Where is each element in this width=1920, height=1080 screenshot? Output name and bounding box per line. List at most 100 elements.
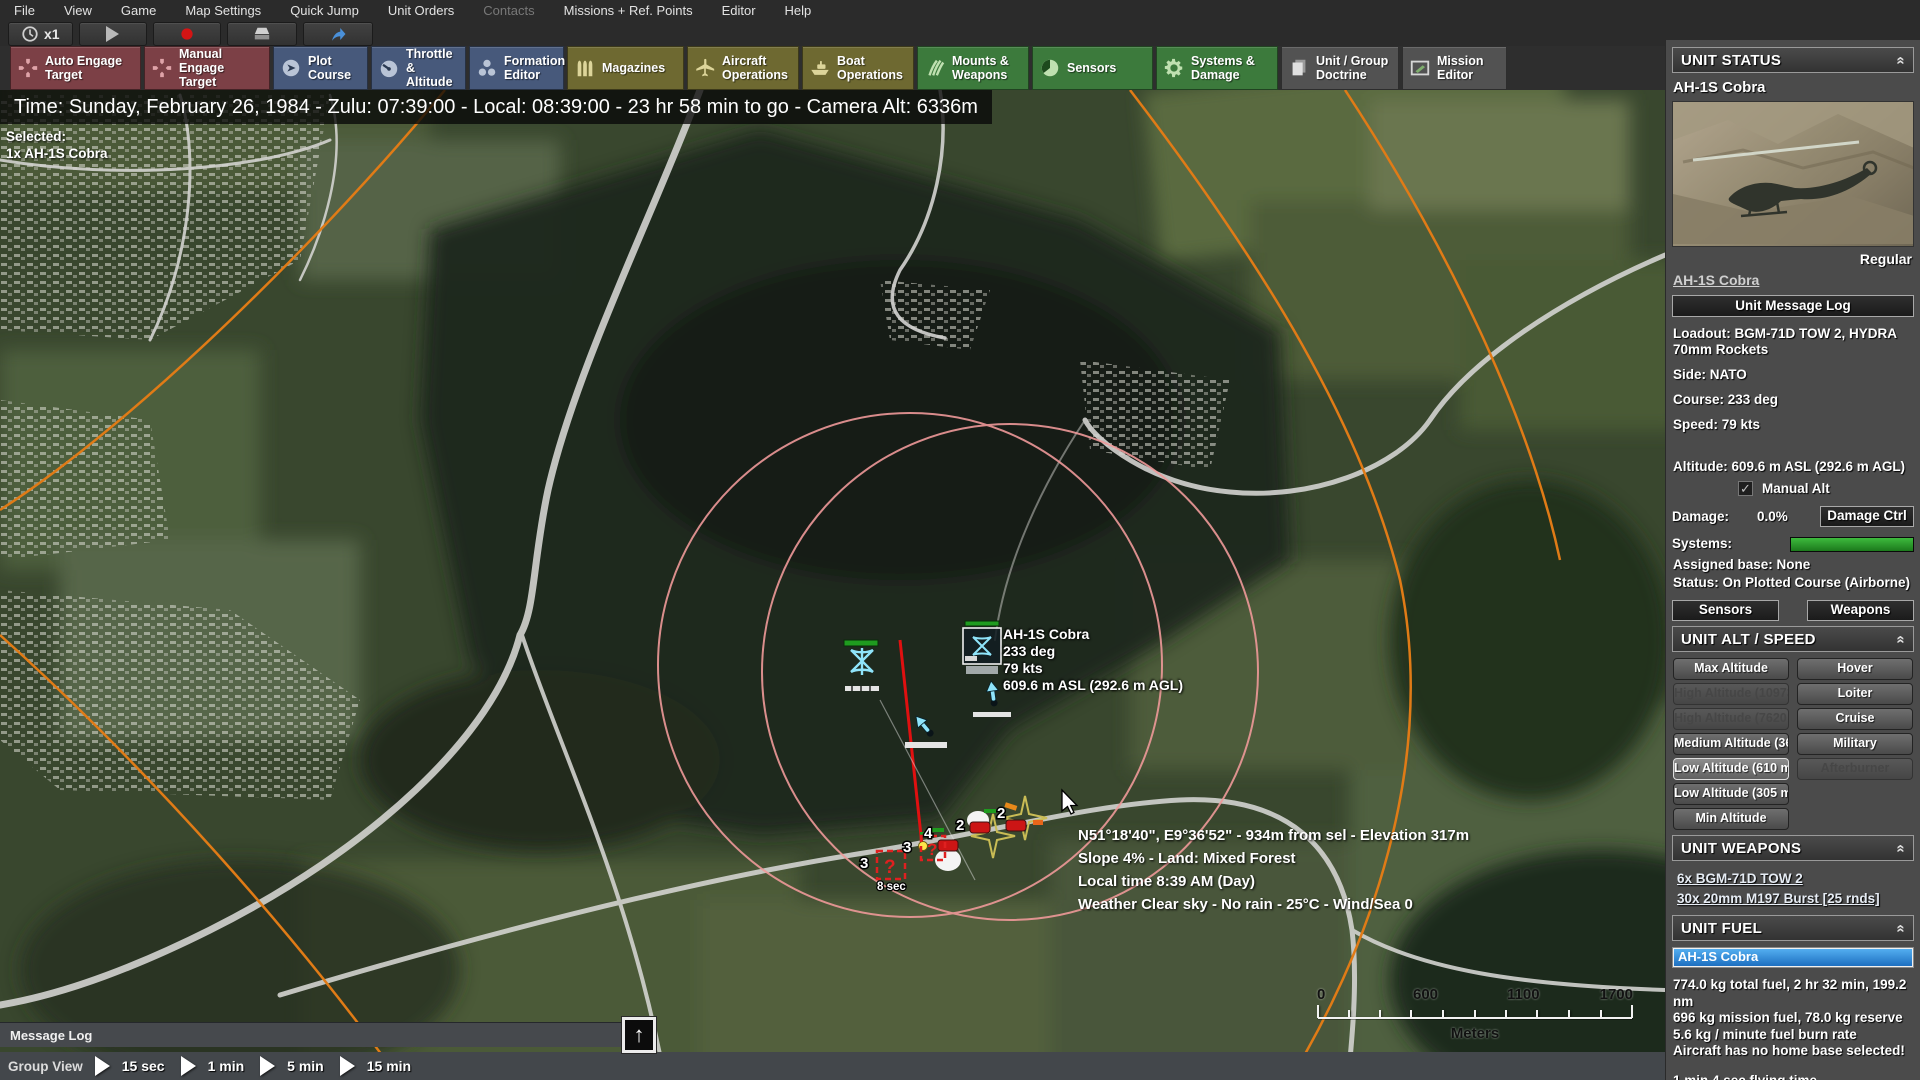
unknown-contact-mark: ? — [884, 857, 896, 878]
menu-help[interactable]: Help — [785, 3, 812, 18]
loiter-button[interactable]: Loiter — [1797, 683, 1913, 705]
jump-arrow-icon — [331, 27, 346, 41]
health-bar — [984, 809, 996, 813]
sim-control-bar: x1 — [0, 21, 1920, 46]
group-view-label[interactable]: Group View — [8, 1059, 83, 1074]
sensors-panel-button[interactable]: Sensors — [1672, 600, 1779, 621]
menu-unit-orders[interactable]: Unit Orders — [388, 3, 454, 18]
collapse-chevron-icon[interactable]: « — [1892, 924, 1909, 932]
unit-altitude: 609.6 m ASL (292.6 m AGL) — [1003, 677, 1183, 693]
menu-map-settings[interactable]: Map Settings — [185, 3, 261, 18]
high-altitude-7620-button: High Altitude (7620 m) — [1673, 708, 1789, 730]
aircraft-operations-button[interactable]: Aircraft Operations — [687, 46, 799, 90]
svg-text:3: 3 — [860, 855, 868, 872]
play-icon — [106, 25, 120, 42]
time-compression-button[interactable]: x1 — [8, 21, 73, 46]
editor-icon — [1410, 60, 1430, 76]
collapse-chevron-icon[interactable]: « — [1892, 56, 1909, 64]
step-5min-button[interactable]: 5 min — [260, 1056, 324, 1076]
record-icon — [180, 27, 193, 40]
proficiency-label: Regular — [1859, 251, 1912, 267]
expand-message-log-button[interactable]: ↑ — [621, 1016, 657, 1054]
throttle-altitude-button[interactable]: Throttle & Altitude — [371, 46, 466, 90]
quick-jump-button[interactable] — [302, 21, 373, 46]
document-icon — [1292, 59, 1306, 76]
unit-name: AH-1S Cobra — [1003, 626, 1090, 642]
low-altitude-610-button[interactable]: Low Altitude (610 m) — [1673, 758, 1789, 780]
unit-course: 233 deg — [1003, 643, 1056, 659]
menu-view[interactable]: View — [64, 3, 92, 18]
auto-engage-target-button[interactable]: Auto Engage Target — [10, 46, 141, 90]
menu-quick-jump[interactable]: Quick Jump — [290, 3, 359, 18]
systems-damage-button[interactable]: Systems & Damage — [1156, 46, 1278, 90]
crosshair-icon — [152, 58, 172, 78]
cruise-button[interactable]: Cruise — [1797, 708, 1913, 730]
unit-message-log-button[interactable]: Unit Message Log — [1672, 295, 1914, 317]
military-button[interactable]: Military — [1797, 733, 1913, 755]
unit-group-doctrine-button[interactable]: Unit / Group Doctrine — [1281, 46, 1399, 90]
unit-map-label: AH-1S Cobra 233 deg 79 kts 609.6 m ASL (… — [1003, 626, 1183, 694]
manual-alt-label: Manual Alt — [1762, 481, 1830, 496]
scale-unit: Meters — [1450, 1025, 1500, 1042]
message-log-bar[interactable]: Message Log — [0, 1022, 633, 1047]
collapse-chevron-icon[interactable]: « — [1892, 635, 1909, 643]
step-15min-button[interactable]: 15 min — [339, 1056, 411, 1076]
step-15sec-button[interactable]: 15 sec — [94, 1056, 165, 1076]
magazines-button[interactable]: Magazines — [567, 46, 684, 90]
manual-alt-checkbox[interactable]: ✓ — [1738, 481, 1753, 496]
mission-editor-button[interactable]: Mission Editor — [1402, 46, 1507, 90]
unit-fuel-header[interactable]: UNIT FUEL « — [1672, 915, 1914, 941]
course-text: Course: 233 deg — [1673, 392, 1779, 407]
min-altitude-button[interactable]: Min Altitude — [1673, 808, 1789, 830]
hover-button[interactable]: Hover — [1797, 658, 1913, 680]
claws-icon — [928, 59, 945, 76]
damage-ctrl-button[interactable]: Damage Ctrl — [1820, 506, 1914, 527]
weapons-panel-button[interactable]: Weapons — [1807, 600, 1914, 621]
medium-altitude-button[interactable]: Medium Altitude (3658 — [1673, 733, 1789, 755]
menu-file[interactable]: File — [14, 3, 35, 18]
time-bar: Time: Sunday, February 26, 1984 - Zulu: … — [0, 90, 992, 124]
formation-editor-button[interactable]: Formation Editor — [469, 46, 565, 90]
collapse-chevron-icon[interactable]: « — [1892, 844, 1909, 852]
selected-unit-icon[interactable] — [962, 620, 1002, 674]
gauge-icon — [380, 60, 398, 78]
max-altitude-button[interactable]: Max Altitude — [1673, 658, 1789, 680]
menu-missions-ref-points[interactable]: Missions + Ref. Points — [564, 3, 693, 18]
manual-alt-control[interactable]: ✓ Manual Alt — [1738, 481, 1914, 496]
tooltip-localtime: Local time 8:39 AM (Day) — [1078, 873, 1255, 890]
afterburner-button: Afterburner — [1797, 758, 1913, 780]
low-altitude-305-button[interactable]: Low Altitude (305 m) — [1673, 783, 1789, 805]
weapon-link-m197[interactable]: 30x 20mm M197 Burst [25 rnds] — [1677, 889, 1914, 909]
manual-engage-target-button[interactable]: Manual Engage Target — [144, 46, 270, 90]
scale-tick-label: 0 — [1317, 986, 1326, 1003]
menu-game[interactable]: Game — [121, 3, 156, 18]
recorder-button[interactable] — [226, 21, 297, 46]
tooltip-position: N51°18'40", E9°36'52" - 934m from sel - … — [1078, 827, 1470, 844]
unit-speed: 79 kts — [1003, 660, 1043, 676]
step-1min-button[interactable]: 1 min — [180, 1056, 244, 1076]
unit-status-bar — [973, 712, 1011, 717]
crosshair-icon — [18, 58, 38, 78]
scale-tick-label: 600 — [1413, 986, 1439, 1003]
plot-course-button[interactable]: Plot Course — [273, 46, 368, 90]
tactical-map[interactable]: ? ? 8 sec 3 3 4 2 2 Time: Sunday, Februa… — [0, 90, 1665, 1080]
sensors-button[interactable]: Sensors — [1032, 46, 1153, 90]
play-button[interactable] — [78, 21, 147, 46]
radar-icon — [1041, 59, 1059, 77]
weapon-link-tow[interactable]: 6x BGM-71D TOW 2 — [1677, 869, 1914, 889]
fuel-unit-list[interactable]: AH-1S Cobra — [1672, 947, 1914, 968]
unit-status-header[interactable]: UNIT STATUS « — [1672, 47, 1914, 73]
fuel-mission: 696 kg mission fuel, 78.0 kg reserve — [1673, 1010, 1903, 1025]
unit-weapons-header[interactable]: UNIT WEAPONS « — [1672, 835, 1914, 861]
mounts-weapons-button[interactable]: Mounts & Weapons — [917, 46, 1029, 90]
fuel-selected-unit[interactable]: AH-1S Cobra — [1674, 949, 1912, 966]
unit-database-link[interactable]: AH-1S Cobra — [1673, 272, 1913, 288]
unit-alt-speed-header[interactable]: UNIT ALT / SPEED « — [1672, 626, 1914, 652]
boat-operations-button[interactable]: Boat Operations — [802, 46, 914, 90]
contact-timer: 8 sec — [877, 881, 906, 893]
menu-editor[interactable]: Editor — [722, 3, 756, 18]
course-icon — [282, 59, 300, 77]
record-button[interactable] — [152, 21, 221, 46]
play-step-icon — [94, 1056, 110, 1076]
scale-ruler — [1317, 1005, 1633, 1019]
